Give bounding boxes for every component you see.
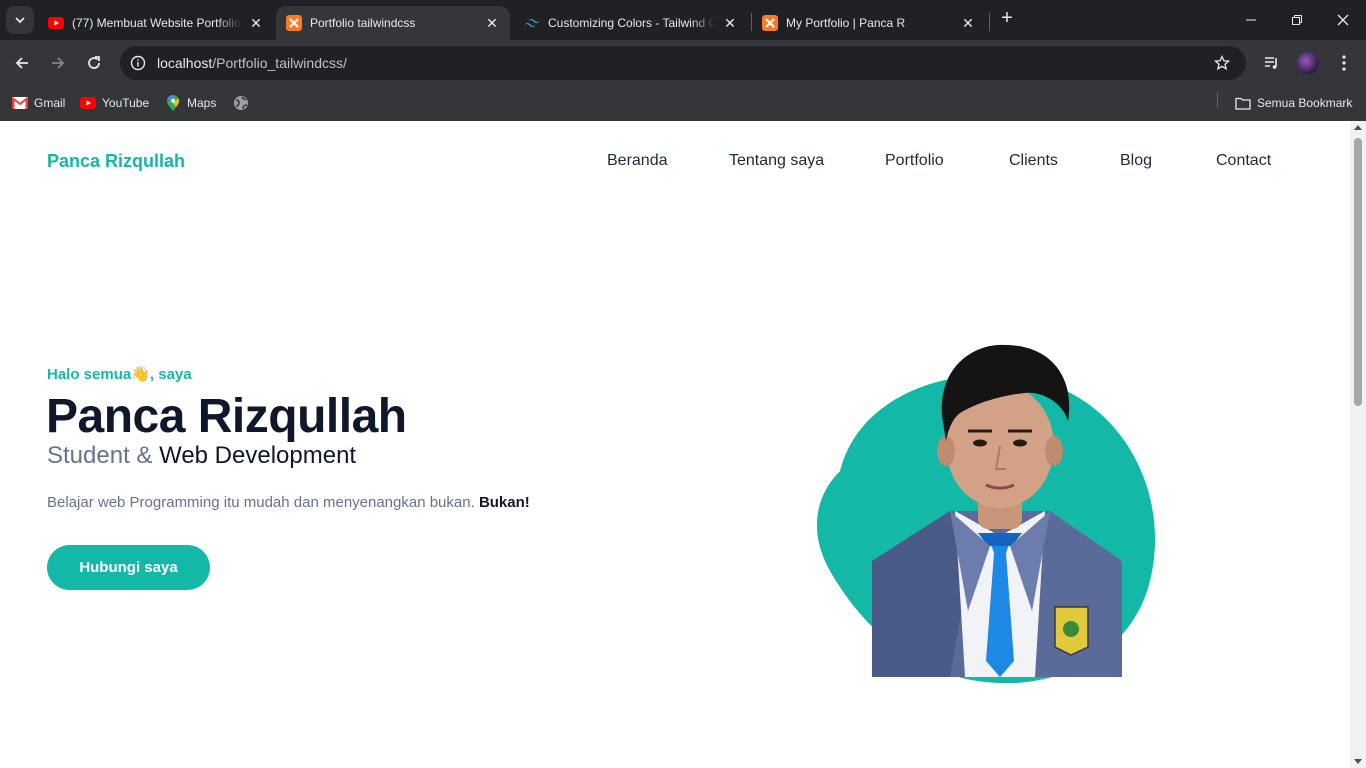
nav-portfolio[interactable]: Portfolio: [885, 152, 944, 170]
description-text: Belajar web Programming itu mudah dan me…: [47, 494, 475, 511]
close-icon[interactable]: ✕: [960, 15, 976, 31]
gmail-icon: [12, 95, 28, 111]
bookmarks-separator: [1217, 92, 1218, 108]
minimize-icon: [1246, 19, 1256, 21]
tab-title: Customizing Colors - Tailwind CSS: [548, 16, 716, 30]
scroll-up-arrow-icon[interactable]: [1354, 125, 1362, 130]
profile-photo: [816, 344, 1156, 684]
bookmark-gmail[interactable]: Gmail: [12, 92, 65, 114]
arrow-right-icon: [52, 57, 65, 69]
tab-youtube[interactable]: (77) Membuat Website Portfolio ✕: [38, 6, 274, 40]
profile-button[interactable]: [1294, 49, 1322, 77]
maps-icon: [165, 95, 181, 111]
hero-name: Panca Rizqullah: [46, 390, 407, 443]
tab-tailwind-colors[interactable]: Customizing Colors - Tailwind CSS ✕: [514, 6, 748, 40]
bookmark-maps[interactable]: Maps: [165, 92, 216, 114]
globe-icon: [233, 95, 249, 111]
youtube-icon: [80, 95, 96, 111]
scroll-down-arrow-icon[interactable]: [1354, 759, 1362, 764]
nav-clients[interactable]: Clients: [1009, 152, 1058, 170]
scrollbar-thumb[interactable]: [1354, 138, 1362, 406]
bookmark-label: Maps: [187, 96, 217, 110]
tab-title: My Portfolio | Panca R: [786, 16, 906, 30]
tab-title: Portfolio tailwindcss: [310, 16, 416, 30]
tab-my-portfolio[interactable]: My Portfolio | Panca R ✕: [752, 6, 986, 40]
role-main: Web Development: [159, 442, 357, 469]
nav-beranda[interactable]: Beranda: [607, 152, 668, 170]
bookmarks-bar: Gmail YouTube Maps Semua Bookmark: [0, 86, 1366, 121]
contact-me-button[interactable]: Hubungi saya: [47, 545, 210, 590]
close-icon: [1337, 14, 1349, 26]
bookmark-star-icon[interactable]: [1212, 53, 1232, 73]
folder-icon: [1235, 95, 1251, 111]
role-prefix: Student &: [47, 442, 153, 469]
tab-strip: (77) Membuat Website Portfolio ✕ Portfol…: [0, 0, 1366, 40]
nav-blog[interactable]: Blog: [1120, 152, 1152, 170]
address-bar[interactable]: localhost/Portfolio_tailwindcss/: [120, 46, 1246, 80]
greeting-suffix: , saya: [149, 366, 192, 383]
bookmark-label: Semua Bookmark: [1257, 96, 1353, 110]
youtube-icon: [48, 15, 64, 31]
greeting-text: Halo semua: [47, 366, 132, 383]
nav-contact[interactable]: Contact: [1216, 152, 1271, 170]
restore-icon: [1292, 15, 1302, 25]
tailwind-icon: [524, 15, 540, 31]
hero-role: Student & Web Development: [47, 442, 356, 470]
waving-hand-icon: 👋: [131, 366, 150, 383]
url-host: localhost: [157, 55, 213, 71]
tab-separator: [989, 13, 990, 31]
back-button[interactable]: [8, 49, 36, 77]
browser-menu-button[interactable]: [1330, 49, 1358, 77]
page-viewport: Panca Rizqullah Beranda Tentang saya Por…: [0, 121, 1350, 768]
info-icon[interactable]: [128, 53, 148, 73]
tab-portfolio-tailwindcss[interactable]: Portfolio tailwindcss ✕: [276, 6, 510, 40]
avatar: [1297, 52, 1319, 74]
xampp-icon: [762, 15, 778, 31]
chevron-down-icon: [15, 17, 25, 24]
close-icon[interactable]: ✕: [722, 15, 738, 31]
hero-description: Belajar web Programming itu mudah dan me…: [47, 494, 530, 511]
new-tab-button[interactable]: +: [996, 8, 1018, 30]
hero-greeting: Halo semua👋, saya: [47, 365, 192, 383]
url-path: /Portfolio_tailwindcss/: [212, 55, 347, 71]
all-bookmarks-button[interactable]: Semua Bookmark: [1235, 92, 1352, 114]
tab-title: (77) Membuat Website Portfolio: [72, 16, 241, 30]
tab-search-button[interactable]: [6, 6, 34, 34]
playlist-icon: [1265, 57, 1277, 69]
description-bold: Bukan!: [478, 494, 530, 511]
bookmark-label: Gmail: [34, 96, 66, 110]
reload-icon: [88, 56, 100, 69]
close-icon[interactable]: ✕: [248, 15, 264, 31]
url-text[interactable]: localhost/Portfolio_tailwindcss/: [157, 55, 347, 71]
hero-image: [800, 321, 1170, 691]
page-scrollbar[interactable]: [1350, 121, 1366, 768]
forward-button[interactable]: [44, 49, 72, 77]
restore-button[interactable]: [1274, 0, 1320, 40]
bookmark-site[interactable]: [233, 92, 255, 114]
browser-toolbar: localhost/Portfolio_tailwindcss/: [0, 40, 1366, 86]
brand-logo[interactable]: Panca Rizqullah: [47, 151, 185, 172]
close-window-button[interactable]: [1320, 0, 1366, 40]
xampp-icon: [286, 15, 302, 31]
media-control-button[interactable]: [1258, 49, 1286, 77]
minimize-button[interactable]: [1228, 0, 1274, 40]
more-vertical-icon: [1342, 55, 1346, 71]
arrow-left-icon: [15, 57, 28, 69]
reload-button[interactable]: [80, 49, 108, 77]
bookmark-youtube[interactable]: YouTube: [80, 92, 149, 114]
nav-tentang-saya[interactable]: Tentang saya: [729, 152, 824, 170]
bookmark-label: YouTube: [102, 96, 150, 110]
close-icon[interactable]: ✕: [484, 15, 500, 31]
